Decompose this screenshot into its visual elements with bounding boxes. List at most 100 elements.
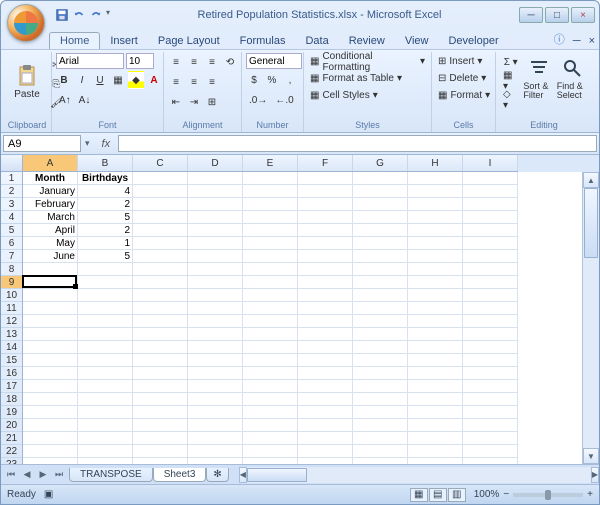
- col-header-G[interactable]: G: [353, 155, 408, 171]
- cell-A11[interactable]: [23, 302, 78, 315]
- cell-I14[interactable]: [463, 341, 518, 354]
- cell-E22[interactable]: [243, 445, 298, 458]
- cell-C11[interactable]: [133, 302, 188, 315]
- cell-C2[interactable]: [133, 185, 188, 198]
- cell-E8[interactable]: [243, 263, 298, 276]
- cell-F12[interactable]: [298, 315, 353, 328]
- row-header-16[interactable]: 16: [1, 367, 22, 380]
- cell-B3[interactable]: 2: [78, 198, 133, 211]
- cell-G10[interactable]: [353, 289, 408, 302]
- zoom-slider[interactable]: [513, 493, 583, 497]
- cell-F23[interactable]: [298, 458, 353, 464]
- col-header-F[interactable]: F: [298, 155, 353, 171]
- cell-C22[interactable]: [133, 445, 188, 458]
- min-ribbon-icon[interactable]: ─: [569, 33, 585, 49]
- cell-G19[interactable]: [353, 406, 408, 419]
- cell-H23[interactable]: [408, 458, 463, 464]
- undo-icon[interactable]: [72, 8, 86, 22]
- zoom-in-icon[interactable]: +: [587, 489, 593, 500]
- cell-C19[interactable]: [133, 406, 188, 419]
- cell-D15[interactable]: [188, 354, 243, 367]
- formula-input[interactable]: [118, 135, 597, 152]
- cell-A5[interactable]: April: [23, 224, 78, 237]
- cell-E16[interactable]: [243, 367, 298, 380]
- cell-D6[interactable]: [188, 237, 243, 250]
- cell-I20[interactable]: [463, 419, 518, 432]
- cell-I5[interactable]: [463, 224, 518, 237]
- cell-F19[interactable]: [298, 406, 353, 419]
- cell-B9[interactable]: [78, 276, 133, 289]
- tab-home[interactable]: Home: [49, 32, 100, 49]
- cell-B4[interactable]: 5: [78, 211, 133, 224]
- conditional-formatting-button[interactable]: ▦Conditional Formatting ▾: [308, 53, 427, 70]
- shrink-font-icon[interactable]: A↓: [76, 91, 94, 109]
- cell-E12[interactable]: [243, 315, 298, 328]
- cell-F13[interactable]: [298, 328, 353, 341]
- cell-C12[interactable]: [133, 315, 188, 328]
- zoom-out-icon[interactable]: −: [503, 489, 509, 500]
- cell-D22[interactable]: [188, 445, 243, 458]
- view-normal-icon[interactable]: ▦: [410, 488, 428, 502]
- cell-C1[interactable]: [133, 172, 188, 185]
- cell-E1[interactable]: [243, 172, 298, 185]
- cell-B20[interactable]: [78, 419, 133, 432]
- cell-I23[interactable]: [463, 458, 518, 464]
- close-button[interactable]: ×: [571, 7, 595, 23]
- cell-C16[interactable]: [133, 367, 188, 380]
- cell-styles-button[interactable]: ▦Cell Styles ▾: [308, 87, 427, 104]
- cell-D20[interactable]: [188, 419, 243, 432]
- cell-B18[interactable]: [78, 393, 133, 406]
- font-color-button[interactable]: A: [146, 71, 162, 89]
- cell-D16[interactable]: [188, 367, 243, 380]
- cell-H14[interactable]: [408, 341, 463, 354]
- autosum-icon[interactable]: Σ ▾: [500, 53, 521, 71]
- cell-G7[interactable]: [353, 250, 408, 263]
- name-box[interactable]: A9: [3, 135, 81, 152]
- cell-D19[interactable]: [188, 406, 243, 419]
- cell-D2[interactable]: [188, 185, 243, 198]
- row-header-15[interactable]: 15: [1, 354, 22, 367]
- cell-D14[interactable]: [188, 341, 243, 354]
- cell-B17[interactable]: [78, 380, 133, 393]
- row-header-11[interactable]: 11: [1, 302, 22, 315]
- cell-A15[interactable]: [23, 354, 78, 367]
- cell-C3[interactable]: [133, 198, 188, 211]
- macro-record-icon[interactable]: ▣: [44, 489, 53, 500]
- cell-F21[interactable]: [298, 432, 353, 445]
- cell-G15[interactable]: [353, 354, 408, 367]
- cell-I10[interactable]: [463, 289, 518, 302]
- cell-G9[interactable]: [353, 276, 408, 289]
- cell-A7[interactable]: June: [23, 250, 78, 263]
- cell-F22[interactable]: [298, 445, 353, 458]
- cell-D10[interactable]: [188, 289, 243, 302]
- cell-G14[interactable]: [353, 341, 408, 354]
- help-icon[interactable]: ⓘ: [550, 29, 569, 49]
- align-right-icon[interactable]: ≡: [204, 73, 220, 91]
- cell-H15[interactable]: [408, 354, 463, 367]
- cell-I8[interactable]: [463, 263, 518, 276]
- close-doc-icon[interactable]: ×: [585, 33, 599, 49]
- indent-inc-icon[interactable]: ⇥: [186, 93, 202, 111]
- cell-B5[interactable]: 2: [78, 224, 133, 237]
- row-header-2[interactable]: 2: [1, 185, 22, 198]
- paste-button[interactable]: Paste: [7, 53, 47, 109]
- cell-F3[interactable]: [298, 198, 353, 211]
- cell-C23[interactable]: [133, 458, 188, 464]
- inc-decimal-icon[interactable]: .0→: [246, 91, 270, 109]
- sheet-nav-first-icon[interactable]: ⏮: [3, 467, 19, 483]
- col-header-B[interactable]: B: [78, 155, 133, 171]
- sheet-nav-prev-icon[interactable]: ◀: [19, 467, 35, 483]
- fill-icon[interactable]: ▦ ▾: [500, 72, 521, 90]
- row-header-13[interactable]: 13: [1, 328, 22, 341]
- cell-G5[interactable]: [353, 224, 408, 237]
- cell-A3[interactable]: February: [23, 198, 78, 211]
- fx-icon[interactable]: fx: [94, 138, 119, 150]
- cell-G17[interactable]: [353, 380, 408, 393]
- cells[interactable]: MonthBirthdaysJanuary4February2March5Apr…: [23, 172, 582, 464]
- scroll-up-icon[interactable]: ▲: [583, 172, 599, 188]
- cell-F16[interactable]: [298, 367, 353, 380]
- cell-E11[interactable]: [243, 302, 298, 315]
- cell-H16[interactable]: [408, 367, 463, 380]
- sheet-tab-transpose[interactable]: TRANSPOSE: [69, 468, 153, 482]
- cell-G12[interactable]: [353, 315, 408, 328]
